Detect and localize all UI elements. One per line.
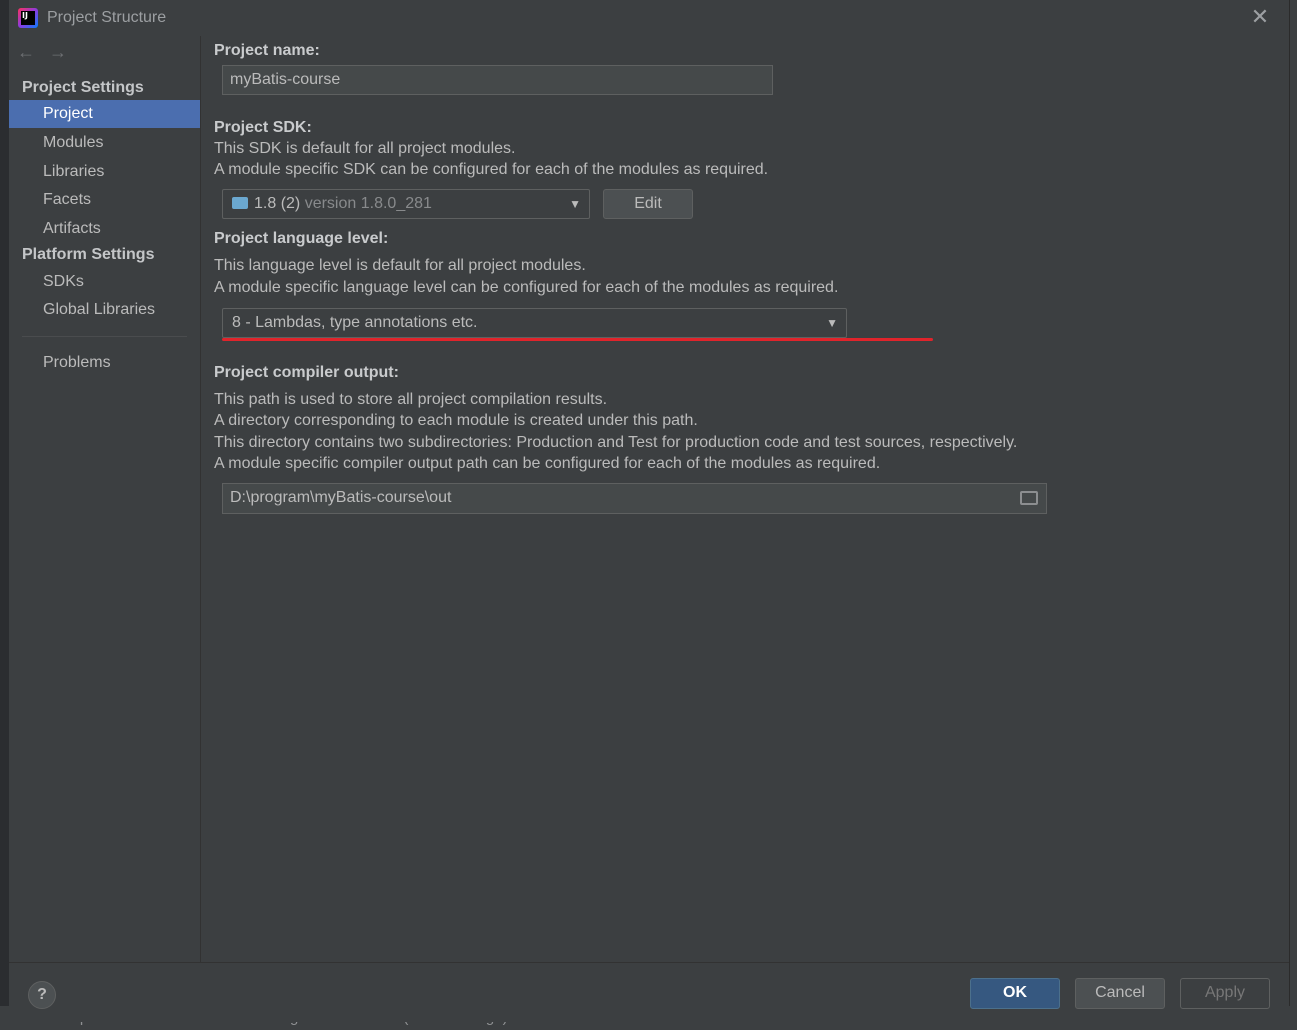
sidebar-item-modules[interactable]: Modules [9,129,200,157]
help-icon[interactable]: ? [28,981,56,1009]
sdk-description-2: A module specific SDK can be configured … [214,161,769,178]
sidebar-item-sdks[interactable]: SDKs [9,268,200,296]
project-settings-panel: Project name: myBatis-course Project SDK… [201,36,1289,962]
project-sdk-dropdown[interactable]: 1.8 (2) version 1.8.0_281 ▼ [222,189,590,219]
red-annotation-underline [222,338,933,341]
back-arrow-icon[interactable]: ← [17,42,49,63]
compiler-output-description-4: A module specific compiler output path c… [214,455,881,472]
sidebar-item-facets[interactable]: Facets [9,186,200,214]
apply-button[interactable]: Apply [1180,978,1270,1009]
sidebar-item-libraries[interactable]: Libraries [9,158,200,186]
edit-sdk-button[interactable]: Edit [603,189,693,219]
browse-folder-icon[interactable] [1020,491,1038,505]
project-settings-header: Project Settings [22,79,144,96]
sidebar-item-artifacts[interactable]: Artifacts [9,215,200,243]
sidebar-item-global-libraries[interactable]: Global Libraries [9,296,200,324]
background-ide-right-edge [1289,0,1297,1030]
project-name-input[interactable]: myBatis-course [222,65,773,95]
project-name-label: Project name: [214,42,320,59]
project-sdk-label: Project SDK: [214,119,312,136]
sidebar-item-problems[interactable]: Problems [9,349,200,377]
ok-button[interactable]: OK [970,978,1060,1009]
dialog-footer: ? OK Cancel Apply [9,962,1289,1022]
compiler-output-label: Project compiler output: [214,364,399,381]
language-level-dropdown[interactable]: 8 - Lambdas, type annotations etc. ▼ [222,308,847,338]
sdk-value: 1.8 (2) [254,195,301,212]
language-level-description-1: This language level is default for all p… [214,257,586,274]
background-ide-left-edge [0,0,9,1030]
sdk-description-1: This SDK is default for all project modu… [214,140,516,157]
language-level-description-2: A module specific language level can be … [214,279,839,296]
language-level-value: 8 - Lambdas, type annotations etc. [232,314,478,331]
platform-settings-header: Platform Settings [22,246,155,263]
project-structure-dialog: Project Structure ✕ ←→ Project Settings … [9,0,1289,1022]
compiler-output-description-2: A directory corresponding to each module… [214,412,698,429]
sidebar: ← → Project Settings Project Modules Libr… [9,36,201,962]
cancel-button[interactable]: Cancel [1075,978,1165,1009]
window-title: Project Structure [47,9,167,26]
nav-arrows: ← → [17,42,81,63]
compiler-output-path-field[interactable]: D:\program\myBatis-course\out [222,483,1047,514]
compiler-output-description-1: This path is used to store all project c… [214,391,608,408]
sidebar-item-project[interactable]: Project [9,100,200,128]
intellij-app-icon [18,8,38,28]
dropdown-arrow-icon: ▼ [826,316,838,330]
language-level-label: Project language level: [214,230,389,247]
compiler-output-description-3: This directory contains two subdirectori… [214,434,1018,451]
sdk-folder-icon [232,196,248,209]
sidebar-divider [22,336,187,337]
close-icon[interactable]: ✕ [1249,6,1271,28]
compiler-output-path-value: D:\program\myBatis-course\out [230,489,452,506]
dropdown-arrow-icon: ▼ [569,197,581,211]
title-bar: Project Structure ✕ [9,0,1289,36]
sdk-version: version 1.8.0_281 [304,195,432,212]
forward-arrow-icon[interactable]: → [49,42,81,63]
